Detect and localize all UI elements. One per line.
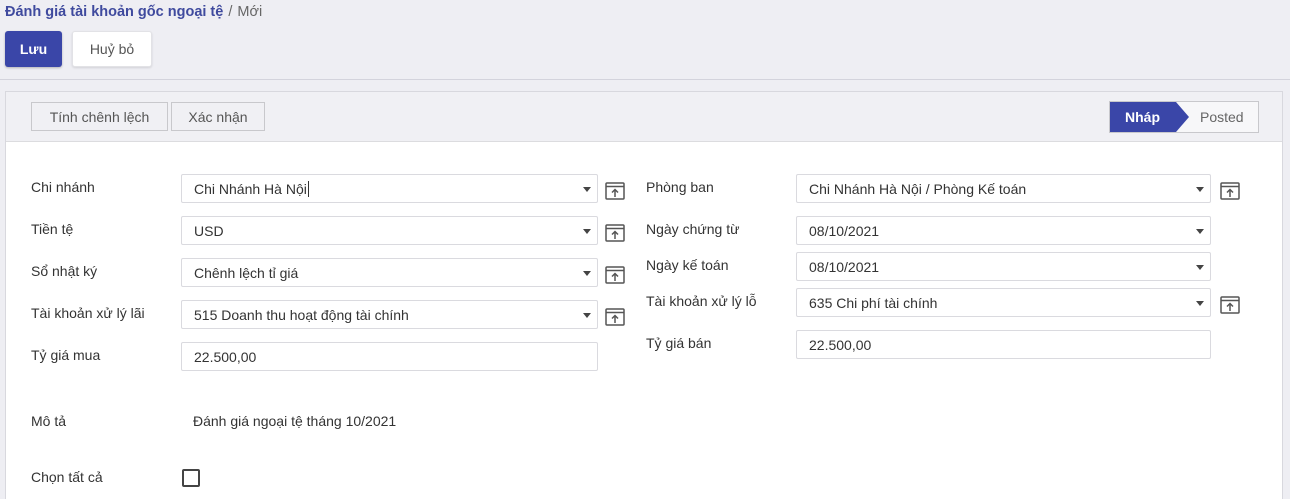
stage-posted[interactable]: Posted — [1200, 102, 1244, 132]
sell-rate-value: 22.500,00 — [809, 336, 872, 353]
doc-date-label: Ngày chứng từ — [646, 221, 740, 237]
external-link-icon[interactable] — [605, 182, 625, 200]
gain-account-select[interactable]: 515 Doanh thu hoạt động tài chính — [181, 300, 598, 329]
sell-rate-input[interactable]: 22.500,00 — [796, 330, 1211, 359]
confirm-button[interactable]: Xác nhận — [171, 102, 265, 131]
compute-difference-button[interactable]: Tính chênh lệch — [31, 102, 168, 131]
acc-date-label: Ngày kế toán — [646, 257, 729, 273]
currency-label: Tiền tệ — [31, 221, 74, 237]
currency-value: USD — [194, 222, 224, 239]
text-cursor — [307, 180, 309, 197]
external-link-icon[interactable] — [605, 266, 625, 284]
chevron-down-icon[interactable] — [1196, 186, 1204, 192]
loss-account-select[interactable]: 635 Chi phí tài chính — [796, 288, 1211, 317]
breadcrumb-separator: / — [228, 4, 233, 20]
discard-button[interactable]: Huỷ bỏ — [72, 31, 152, 67]
department-select[interactable]: Chi Nhánh Hà Nội / Phòng Kế toán — [796, 174, 1211, 203]
acc-date-input[interactable]: 08/10/2021 — [796, 252, 1211, 281]
branch-select[interactable]: Chi Nhánh Hà Nội — [181, 174, 598, 203]
branch-value: Chi Nhánh Hà Nội — [194, 180, 307, 197]
chevron-down-icon[interactable] — [583, 228, 591, 234]
loss-account-label: Tài khoản xử lý lỗ — [646, 293, 757, 309]
external-link-icon[interactable] — [605, 224, 625, 242]
external-link-icon[interactable] — [605, 308, 625, 326]
select-all-checkbox[interactable] — [182, 469, 200, 487]
branch-label: Chi nhánh — [31, 179, 95, 195]
currency-select[interactable]: USD — [181, 216, 598, 245]
description-text[interactable]: Đánh giá ngoại tệ tháng 10/2021 — [193, 413, 396, 429]
journal-select[interactable]: Chênh lệch tỉ giá — [181, 258, 598, 287]
chevron-down-icon[interactable] — [1196, 300, 1204, 306]
journal-value: Chênh lệch tỉ giá — [194, 264, 299, 281]
gain-account-value: 515 Doanh thu hoạt động tài chính — [194, 306, 409, 323]
buy-rate-label: Tỷ giá mua — [31, 347, 101, 363]
journal-label: Sổ nhật ký — [31, 263, 98, 279]
form-sheet: Tính chênh lệch Xác nhận Nháp Posted Chi… — [5, 91, 1283, 499]
description-label: Mô tả — [31, 413, 67, 429]
breadcrumb-parent-link[interactable]: Đánh giá tài khoản gốc ngoại tệ — [5, 4, 223, 20]
department-label: Phòng ban — [646, 179, 714, 195]
department-value: Chi Nhánh Hà Nội / Phòng Kế toán — [809, 180, 1027, 197]
acc-date-value: 08/10/2021 — [809, 258, 880, 275]
gain-account-label: Tài khoản xử lý lãi — [31, 305, 145, 321]
breadcrumb-current: Mới — [237, 4, 263, 20]
status-stages: Nháp Posted — [1109, 101, 1259, 133]
loss-account-value: 635 Chi phí tài chính — [809, 294, 938, 311]
chevron-down-icon[interactable] — [583, 270, 591, 276]
save-button[interactable]: Lưu — [5, 31, 62, 67]
buy-rate-input[interactable]: 22.500,00 — [181, 342, 598, 371]
stage-draft[interactable]: Nháp — [1110, 102, 1189, 132]
breadcrumb: Đánh giá tài khoản gốc ngoại tệ / Mới — [5, 4, 262, 20]
external-link-icon[interactable] — [1220, 182, 1240, 200]
buy-rate-value: 22.500,00 — [194, 348, 257, 365]
status-bar: Tính chênh lệch Xác nhận Nháp Posted — [6, 92, 1282, 142]
doc-date-value: 08/10/2021 — [809, 222, 880, 239]
chevron-down-icon[interactable] — [1196, 228, 1204, 234]
select-all-label: Chọn tất cả — [31, 469, 103, 485]
chevron-down-icon[interactable] — [583, 186, 591, 192]
doc-date-input[interactable]: 08/10/2021 — [796, 216, 1211, 245]
sell-rate-label: Tỷ giá bán — [646, 335, 712, 351]
chevron-down-icon[interactable] — [583, 312, 591, 318]
external-link-icon[interactable] — [1220, 296, 1240, 314]
control-panel: Đánh giá tài khoản gốc ngoại tệ / Mới Lưu … — [0, 0, 1290, 80]
chevron-down-icon[interactable] — [1196, 264, 1204, 270]
